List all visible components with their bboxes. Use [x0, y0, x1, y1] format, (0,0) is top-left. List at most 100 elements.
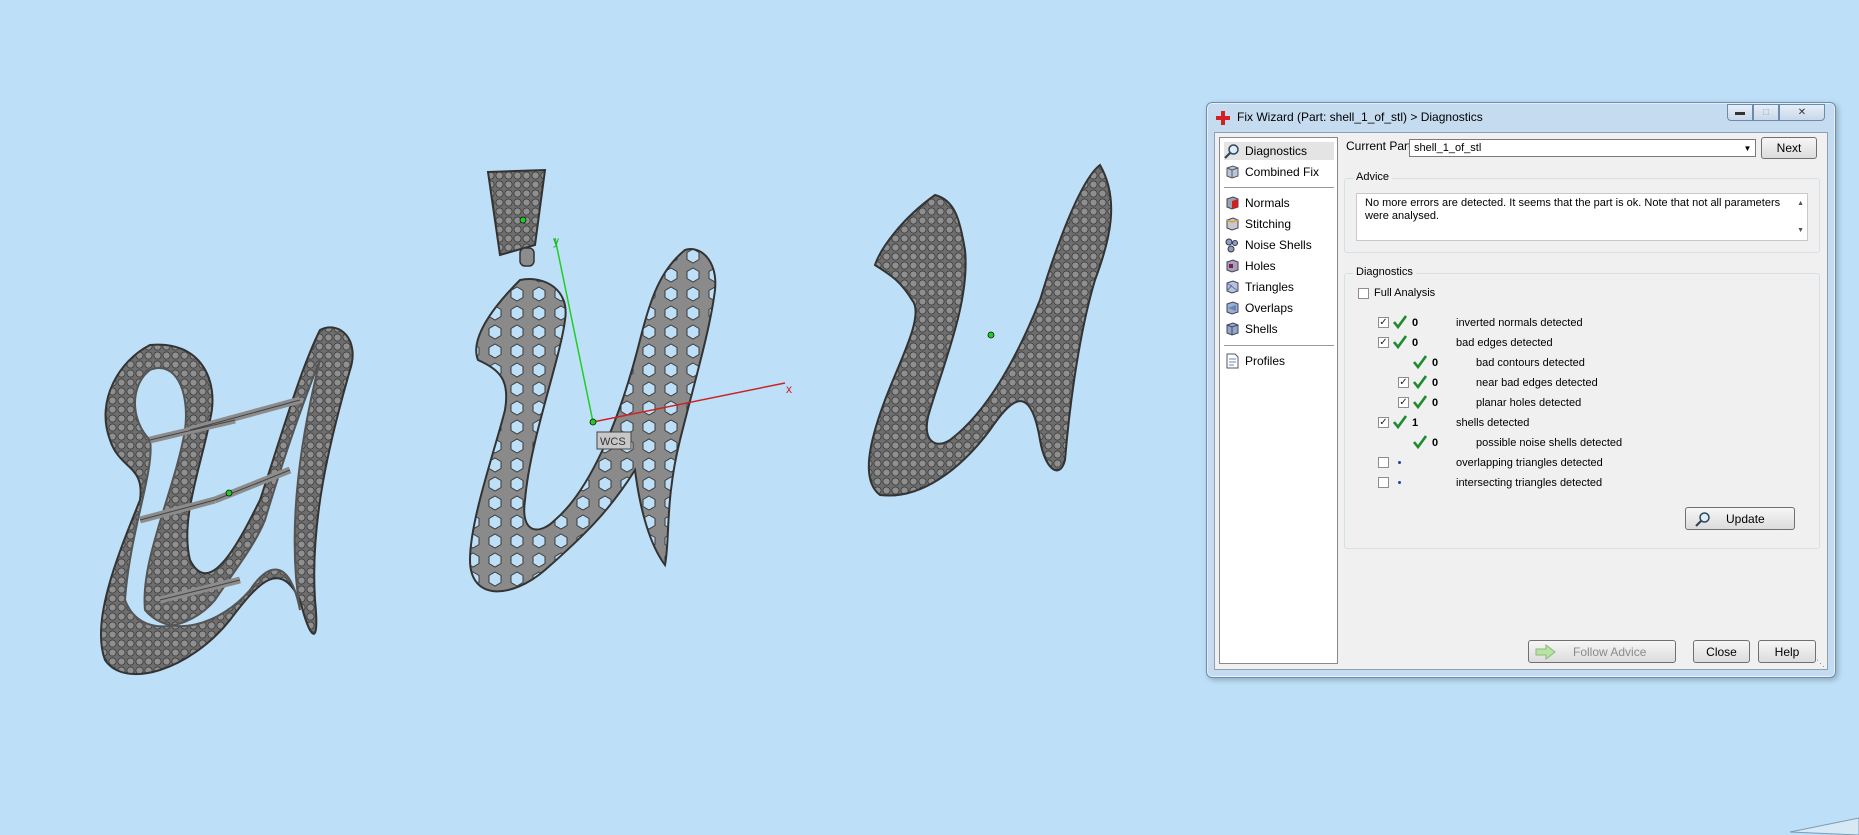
help-button-label: Help [1774, 644, 1800, 659]
full-analysis-label: Full Analysis [1374, 287, 1436, 299]
nav-label: Stitching [1245, 217, 1292, 231]
normals-cube-icon [1226, 196, 1239, 210]
follow-advice-button[interactable]: Follow Advice [1528, 640, 1676, 663]
current-part-select[interactable]: shell_1_of_stl ▼ [1409, 139, 1756, 157]
maximize-button[interactable]: □ [1753, 104, 1779, 121]
nav-item-holes[interactable]: Holes [1224, 257, 1334, 275]
y-axis-label: y [553, 234, 559, 248]
minimize-button[interactable]: ▬ [1727, 104, 1753, 121]
wcs-label: WCS [600, 436, 626, 448]
pending-dot-icon [1398, 461, 1401, 464]
bad-edges-label: bad edges detected [1456, 337, 1553, 349]
intersecting-triangles-checkbox[interactable] [1378, 477, 1389, 488]
bad-contours-label: bad contours detected [1476, 357, 1585, 369]
chevron-down-icon: ▼ [1743, 143, 1752, 153]
maximize-icon: □ [1762, 107, 1770, 118]
scroll-down-icon[interactable]: ▼ [1797, 224, 1804, 237]
corner-indicator [1789, 817, 1859, 835]
dialog-titlebar[interactable]: Fix Wizard (Part: shell_1_of_stl) > Diag… [1207, 103, 1835, 131]
magnifier-icon [1224, 144, 1239, 159]
bad-contours-count: 0 [1432, 357, 1439, 369]
inverted-normals-checkbox[interactable]: ✓ [1378, 317, 1389, 328]
nav-item-noise-shells[interactable]: Noise Shells [1224, 236, 1334, 254]
shells-checkbox[interactable]: ✓ [1378, 417, 1389, 428]
noise-shells-label: possible noise shells detected [1476, 437, 1623, 449]
triangles-cube-icon [1226, 280, 1239, 294]
scroll-up-icon[interactable]: ▲ [1797, 197, 1804, 210]
resize-grip-icon[interactable]: ⋱ [1816, 658, 1826, 668]
red-cross-icon [1216, 111, 1230, 125]
diagnostics-group: Diagnostics Full Analysis ✓ 0 inverted n… [1344, 266, 1820, 549]
close-button-label: Close [1706, 644, 1737, 659]
close-button[interactable]: Close [1693, 640, 1750, 663]
next-button-label: Next [1776, 141, 1802, 155]
current-part-value: shell_1_of_stl [1414, 142, 1482, 154]
green-check-icon [1393, 415, 1407, 429]
near-bad-edges-label: near bad edges detected [1476, 377, 1598, 389]
nav-item-stitching[interactable]: Stitching [1224, 215, 1334, 233]
pendant-model-1[interactable] [100, 326, 354, 676]
nav-item-diagnostics[interactable]: Diagnostics [1224, 142, 1334, 160]
magnifier-icon [1695, 511, 1710, 527]
nav-item-triangles[interactable]: Triangles [1224, 278, 1334, 296]
planar-holes-label: planar holes detected [1476, 397, 1582, 409]
planar-holes-checkbox[interactable]: ✓ [1398, 397, 1409, 408]
close-window-button[interactable]: ✕ [1779, 104, 1825, 121]
shells-count: 1 [1412, 417, 1419, 429]
help-button[interactable]: Help [1758, 640, 1816, 663]
pendant-model-2[interactable] [468, 168, 717, 593]
nav-item-overlaps[interactable]: Overlaps [1224, 299, 1334, 317]
x-axis-label: x [786, 382, 792, 396]
nav-item-combined-fix[interactable]: Combined Fix [1224, 163, 1334, 181]
wizard-nav: Diagnostics Combined Fix Normals Stitchi… [1219, 137, 1338, 664]
close-icon: ✕ [1797, 107, 1807, 118]
nav-item-shells[interactable]: Shells [1224, 320, 1334, 338]
nav-label: Shells [1245, 322, 1278, 336]
advice-text-box[interactable]: No more errors are detected. It seems th… [1356, 193, 1808, 241]
nav-divider [1224, 345, 1334, 346]
nav-label: Combined Fix [1245, 165, 1320, 179]
diagnostics-group-label: Diagnostics [1353, 266, 1416, 278]
pendant-model-3[interactable] [867, 163, 1113, 497]
advice-text: No more errors are detected. It seems th… [1365, 197, 1781, 222]
overlapping-triangles-checkbox[interactable] [1378, 457, 1389, 468]
green-check-icon [1413, 355, 1427, 369]
inverted-normals-count: 0 [1412, 317, 1419, 329]
green-check-icon [1413, 435, 1427, 449]
nav-label: Noise Shells [1245, 238, 1312, 252]
nav-divider [1224, 187, 1334, 188]
nav-item-profiles[interactable]: Profiles [1224, 352, 1334, 370]
dialog-title: Fix Wizard (Part: shell_1_of_stl) > Diag… [1237, 110, 1483, 124]
shells-cube-icon [1226, 322, 1239, 336]
full-analysis-checkbox[interactable] [1358, 288, 1369, 299]
nav-label: Diagnostics [1245, 144, 1308, 158]
nav-label: Normals [1245, 196, 1290, 210]
intersecting-triangles-label: intersecting triangles detected [1456, 477, 1603, 489]
near-bad-edges-checkbox[interactable]: ✓ [1398, 377, 1409, 388]
update-button[interactable]: Update [1685, 507, 1795, 530]
shells-label: shells detected [1456, 417, 1530, 429]
green-check-icon [1413, 395, 1427, 409]
nav-label: Holes [1245, 259, 1276, 273]
holes-cube-icon [1226, 259, 1239, 273]
stitching-cube-icon [1226, 217, 1239, 231]
planar-holes-count: 0 [1432, 397, 1439, 409]
cube-icon [1226, 165, 1239, 179]
overlaps-cube-icon [1226, 301, 1239, 315]
dialog-client: Diagnostics Combined Fix Normals Stitchi… [1214, 132, 1828, 670]
nav-label: Overlaps [1245, 301, 1294, 315]
arrow-right-icon [1535, 643, 1556, 660]
noise-shells-count: 0 [1432, 437, 1439, 449]
green-check-icon [1393, 315, 1407, 329]
nav-label: Profiles [1245, 354, 1286, 368]
next-button[interactable]: Next [1761, 137, 1817, 159]
current-part-label: Current Part: [1346, 139, 1415, 153]
bad-edges-checkbox[interactable]: ✓ [1378, 337, 1389, 348]
pending-dot-icon [1398, 481, 1401, 484]
fix-wizard-dialog[interactable]: Fix Wizard (Part: shell_1_of_stl) > Diag… [1206, 102, 1836, 678]
nav-item-normals[interactable]: Normals [1224, 194, 1334, 212]
green-check-icon [1413, 375, 1427, 389]
green-check-icon [1393, 335, 1407, 349]
update-button-label: Update [1726, 511, 1765, 526]
advice-group: Advice No more errors are detected. It s… [1344, 171, 1820, 253]
